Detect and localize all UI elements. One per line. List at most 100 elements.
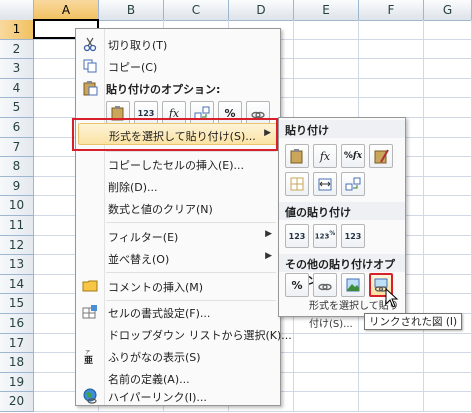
cell[interactable]: [294, 392, 359, 411]
row-header[interactable]: 8: [0, 157, 34, 177]
menu-item-cut[interactable]: 切り取り(T): [78, 33, 278, 55]
menu-item-hyperlink[interactable]: ハイパーリンク(I)...: [78, 385, 278, 407]
cell[interactable]: [294, 39, 359, 59]
phonetic-icon: ア 亜: [84, 350, 93, 364]
cell[interactable]: [424, 39, 472, 59]
cell[interactable]: [359, 98, 424, 117]
cell[interactable]: [424, 137, 472, 157]
menu-item-filter[interactable]: フィルター(E) ▶: [78, 225, 278, 247]
cell[interactable]: [294, 333, 359, 353]
cell[interactable]: [424, 59, 472, 78]
cell[interactable]: [424, 372, 472, 392]
menu-item-sort[interactable]: 並べ替え(O) ▶: [78, 247, 278, 269]
sub-paste-transpose-button[interactable]: [341, 172, 365, 196]
row-header[interactable]: 18: [0, 353, 34, 373]
row-header[interactable]: 3: [0, 59, 34, 79]
cell[interactable]: [424, 255, 472, 274]
cell[interactable]: [359, 372, 424, 392]
menu-item-phonetic[interactable]: ア 亜 ふりがなの表示(S): [78, 345, 278, 367]
cell[interactable]: [424, 176, 472, 196]
formula-icon: fx: [319, 149, 331, 163]
column-header-g[interactable]: G: [424, 0, 472, 20]
column-header-d[interactable]: D: [229, 0, 294, 20]
sub-paste-values-number-button[interactable]: 123%: [313, 224, 337, 248]
row-header[interactable]: 9: [0, 176, 34, 197]
link-icon: [318, 283, 332, 291]
separator: [106, 272, 276, 273]
row-header[interactable]: 14: [0, 274, 34, 295]
sub-paste-button[interactable]: [285, 144, 309, 168]
cell[interactable]: [424, 215, 472, 235]
menu-item-pick-list[interactable]: ドロップダウン リストから選択(K)...: [78, 323, 292, 345]
sub-paste-formula-number-button[interactable]: %fx: [341, 144, 365, 168]
cell[interactable]: [359, 353, 424, 372]
row-header[interactable]: 19: [0, 372, 34, 393]
sub-paste-no-border-button[interactable]: [285, 172, 309, 196]
row-header[interactable]: 6: [0, 117, 34, 138]
cell[interactable]: [424, 235, 472, 255]
column-header-a[interactable]: A: [34, 0, 99, 20]
cell[interactable]: [359, 59, 424, 78]
sub-paste-values-button[interactable]: 123: [285, 224, 309, 248]
sub-paste-picture-button[interactable]: [341, 273, 365, 297]
menu-item-clear[interactable]: 数式と値のクリア(N): [78, 197, 278, 219]
menu-item-format-cells[interactable]: セルの書式設定(F)...: [78, 301, 278, 323]
menu-item-copy[interactable]: コピー(C): [78, 55, 278, 77]
cell[interactable]: [424, 294, 472, 313]
select-all-corner[interactable]: [0, 0, 34, 20]
cell[interactable]: [359, 39, 424, 59]
cell[interactable]: [424, 98, 472, 117]
cell[interactable]: [359, 20, 424, 39]
cell[interactable]: [359, 78, 424, 98]
row-header[interactable]: 11: [0, 215, 34, 236]
sub-paste-column-width-button[interactable]: [313, 172, 337, 196]
sub-paste-formatting-button[interactable]: %: [285, 273, 309, 297]
menu-item-insert-copied[interactable]: コピーしたセルの挿入(E)...: [78, 153, 278, 175]
row-header[interactable]: 7: [0, 137, 34, 158]
cell[interactable]: [424, 78, 472, 98]
sub-paste-values-source-button[interactable]: 123: [341, 224, 365, 248]
row-header[interactable]: 16: [0, 313, 34, 334]
menu-item-insert-comment[interactable]: コメントの挿入(M): [78, 275, 278, 297]
cell[interactable]: [294, 98, 359, 117]
globe-link-icon: [83, 388, 97, 404]
cell[interactable]: [294, 78, 359, 98]
row-header[interactable]: 17: [0, 333, 34, 354]
sub-paste-link-button[interactable]: [313, 273, 337, 297]
menu-item-hyperlink-label: ハイパーリンク(I)...: [108, 391, 207, 404]
cell[interactable]: [424, 392, 472, 411]
linked-picture-tooltip: リンクされた図 (I): [364, 313, 463, 330]
column-header-e[interactable]: E: [294, 0, 359, 20]
cell[interactable]: [294, 59, 359, 78]
cell[interactable]: [359, 333, 424, 353]
row-header[interactable]: 5: [0, 98, 34, 118]
column-header-f[interactable]: F: [359, 0, 424, 20]
submenu-paste-row-2: [285, 172, 365, 196]
row-header[interactable]: 4: [0, 78, 34, 99]
row-header[interactable]: 1: [0, 20, 34, 40]
column-header-c[interactable]: C: [164, 0, 229, 20]
cell[interactable]: [424, 333, 472, 353]
row-header[interactable]: 15: [0, 294, 34, 314]
paste-icon: [290, 149, 303, 164]
menu-item-filter-label: フィルター(E): [108, 231, 179, 244]
row-header[interactable]: 13: [0, 255, 34, 275]
cell[interactable]: [294, 372, 359, 392]
cell[interactable]: [359, 392, 424, 411]
cell[interactable]: [424, 353, 472, 372]
row-header[interactable]: 2: [0, 39, 34, 60]
sub-paste-source-format-button[interactable]: [369, 144, 393, 168]
row-header[interactable]: 20: [0, 392, 34, 412]
column-header-b[interactable]: B: [99, 0, 164, 20]
cell[interactable]: [424, 20, 472, 39]
cell[interactable]: [294, 20, 359, 39]
cell[interactable]: [424, 274, 472, 294]
row-header[interactable]: 12: [0, 235, 34, 256]
cell[interactable]: [424, 196, 472, 215]
menu-item-delete[interactable]: 削除(D)...: [78, 175, 278, 197]
cell[interactable]: [424, 117, 472, 137]
cell[interactable]: [294, 353, 359, 372]
sub-paste-formulas-button[interactable]: fx: [313, 144, 337, 168]
row-header[interactable]: 10: [0, 196, 34, 216]
cell[interactable]: [424, 157, 472, 176]
